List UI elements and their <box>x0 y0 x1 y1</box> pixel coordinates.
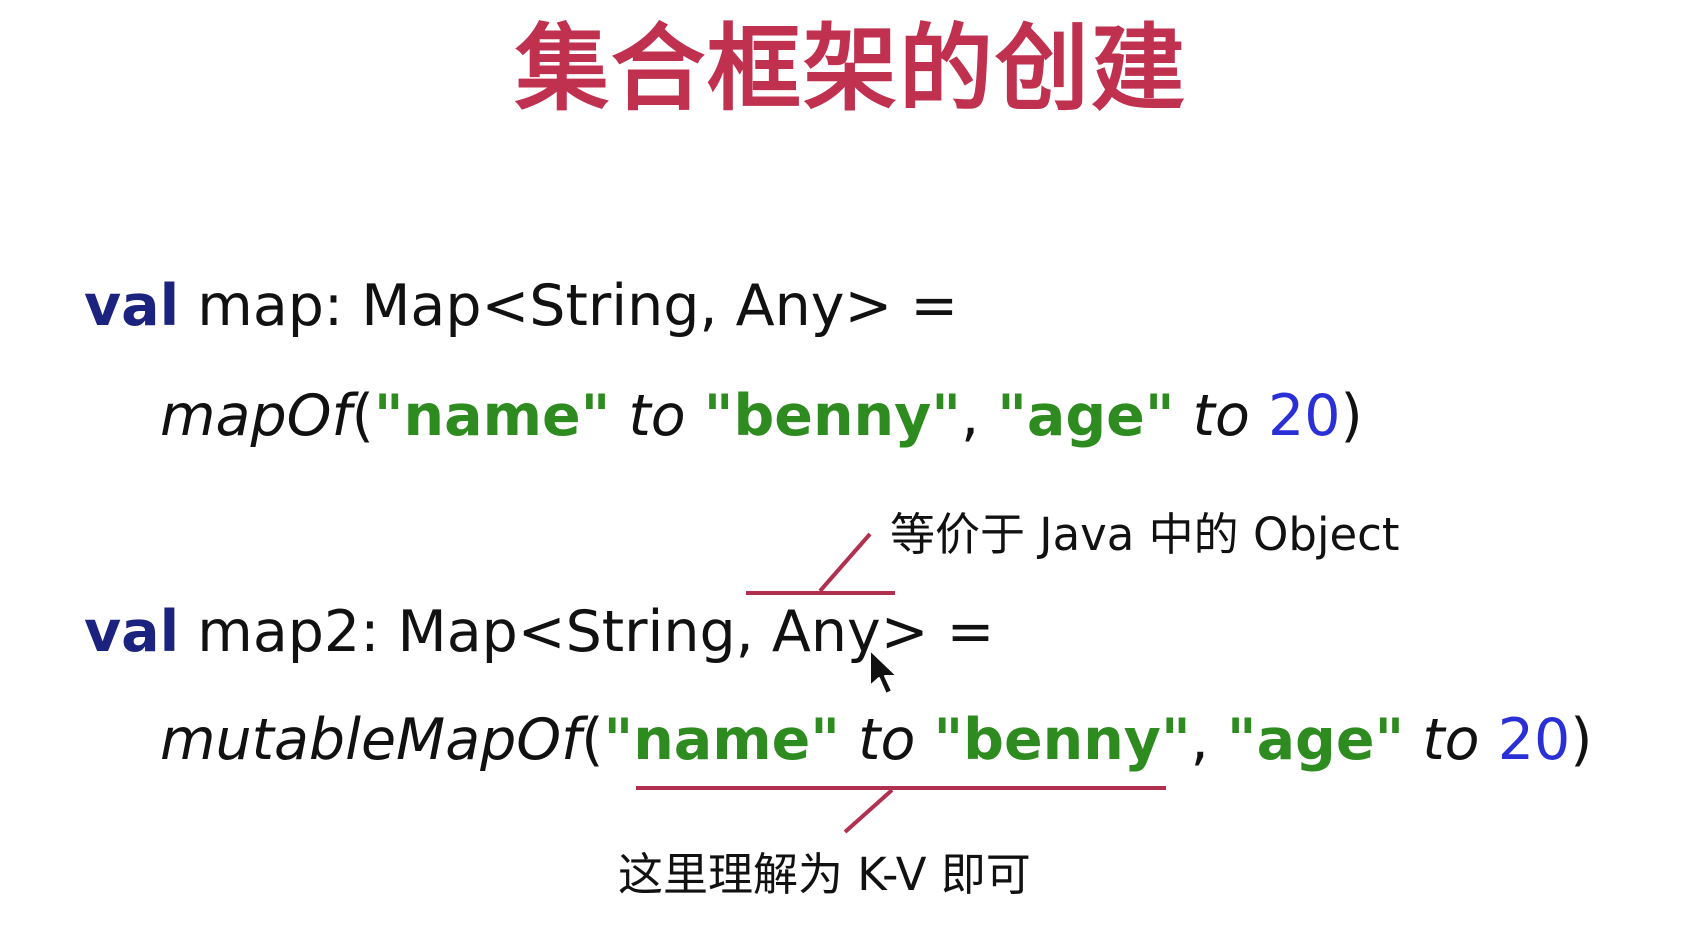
code-line-2: mapOf("name" to "benny", "age" to 20) <box>160 388 1363 445</box>
slide: 集合框架的创建 val map: Map<String, Any> = mapO… <box>0 0 1702 948</box>
string-value: "benny" <box>703 383 961 449</box>
string-key: "name" <box>373 383 611 449</box>
code-line-1: val map: Map<String, Any> = <box>84 278 958 335</box>
open-paren: ( <box>351 383 374 449</box>
code-text: map: Map<String, Any> = <box>179 273 959 339</box>
infix-to: to <box>840 707 934 773</box>
annotation-lines <box>636 532 1166 834</box>
string-key: "name" <box>603 707 841 773</box>
infix-to: to <box>1404 707 1498 773</box>
comma: , <box>960 383 998 449</box>
keyword-val: val <box>84 599 180 665</box>
function-name: mapOf <box>160 383 352 449</box>
close-paren: ) <box>1570 707 1593 773</box>
number-value: 20 <box>1497 707 1571 773</box>
code-line-3: val map2: Map<String, Any> = <box>84 604 994 661</box>
any-annotation-note: 等价于 Java 中的 Object <box>890 508 1400 561</box>
open-paren: ( <box>581 707 604 773</box>
string-value: "benny" <box>933 707 1191 773</box>
code-line-4: mutableMapOf("name" to "benny", "age" to… <box>160 712 1592 769</box>
slide-title: 集合框架的创建 <box>514 15 1187 124</box>
any-pointer-line <box>818 532 872 593</box>
string-key: "age" <box>997 383 1175 449</box>
function-name: mutableMapOf <box>160 707 582 773</box>
kv-pointer-line <box>843 788 894 834</box>
number-value: 20 <box>1268 383 1341 449</box>
infix-to: to <box>1174 383 1269 449</box>
keyword-val: val <box>84 273 180 339</box>
infix-to: to <box>610 383 704 449</box>
string-key: "age" <box>1226 707 1405 773</box>
mouse-pointer-icon <box>869 649 898 695</box>
close-paren: ) <box>1340 383 1363 449</box>
comma: , <box>1190 707 1227 773</box>
kv-annotation-note: 这里理解为 K-V 即可 <box>618 848 1031 901</box>
